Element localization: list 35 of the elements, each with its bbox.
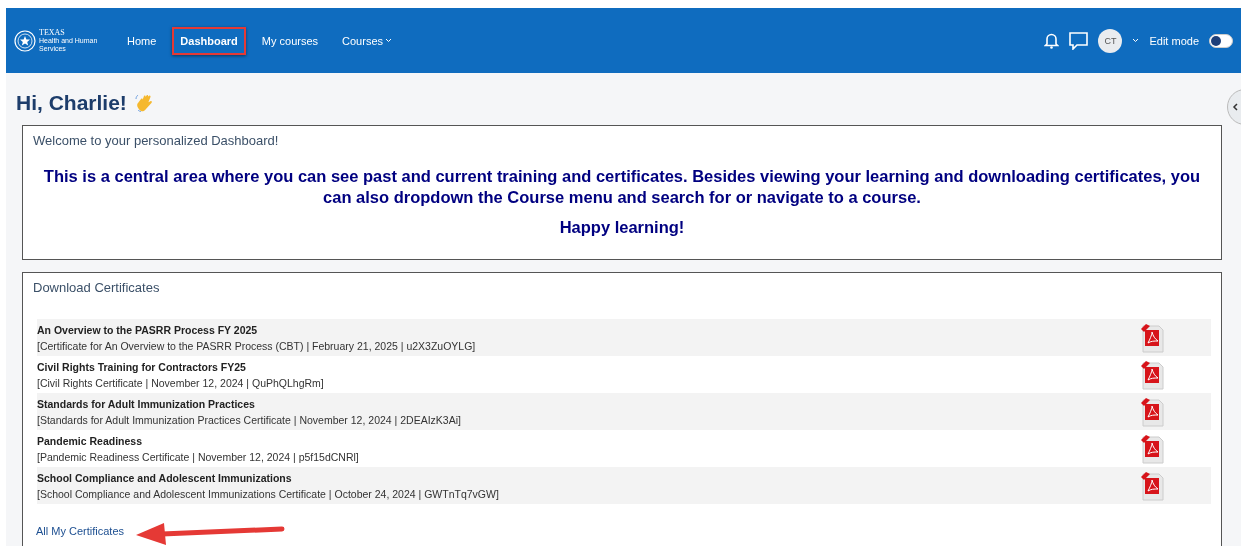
- card-title: Welcome to your personalized Dashboard!: [33, 133, 280, 148]
- course-name: Standards for Adult Immunization Practices: [37, 397, 256, 410]
- course-name: School Compliance and Adolescent Immunizations: [37, 471, 293, 484]
- welcome-message: This is a central area where you can see past and current training and certificates. Besides viewing your learning and downloading certificates, you can also dropdown the Course menu and search for or navigate to a course.: [42, 166, 1202, 208]
- pdf-file-icon[interactable]: [1139, 359, 1165, 390]
- course-name: Civil Rights Training for Contractors FY25: [37, 360, 247, 373]
- chevron-left-icon: [1232, 103, 1238, 111]
- chat-bubble-icon[interactable]: [1069, 31, 1089, 50]
- nav-link[interactable]: My courses: [253, 26, 327, 55]
- pdf-file-icon[interactable]: [1139, 396, 1165, 427]
- all-certificates-link[interactable]: All My Certificates: [36, 525, 125, 537]
- edit-mode-label: Edit mode: [1149, 34, 1199, 47]
- course-name: Pandemic Readiness: [37, 434, 144, 447]
- greeting-heading: Hi, Charlie!: [16, 91, 127, 115]
- nav-link[interactable]: Home: [119, 26, 165, 55]
- certificate-details: [Pandemic Readiness Certificate | November 12, 2024 | p5f15dCNRl]: [37, 450, 360, 463]
- certificate-details: [Certificate for An Overview to the PASRR Process (CBT) | February 21, 2025 | u2X3ZuOYLG]: [37, 339, 477, 352]
- waving-hand-icon: [134, 93, 155, 113]
- course-name: An Overview to the PASRR Process FY 2025: [37, 323, 259, 336]
- chevron-down-icon[interactable]: [1132, 38, 1140, 43]
- edit-mode-switch[interactable]: [1209, 33, 1233, 48]
- certificate-details: [Standards for Adult Immunization Practices Certificate | November 12, 2024 | 2DEAIzK3Ai]: [37, 413, 462, 426]
- certificate-details: [Civil Rights Certificate | November 12, 2024 | QuPhQLhgRm]: [37, 376, 325, 389]
- pdf-file-icon[interactable]: [1139, 470, 1165, 501]
- pdf-file-icon[interactable]: [1139, 433, 1165, 464]
- bell-icon[interactable]: [1044, 32, 1060, 49]
- closing-message: Happy learning!: [558, 217, 686, 238]
- logo-text: TEXAS: [39, 28, 66, 37]
- seal-icon: [14, 29, 36, 52]
- nav-link[interactable]: Dashboard: [172, 26, 246, 55]
- user-avatar[interactable]: CT: [1098, 28, 1123, 53]
- card-title: Download Certificates: [33, 280, 161, 295]
- nav-link[interactable]: Courses: [334, 26, 401, 55]
- certificate-details: [School Compliance and Adolescent Immunizations Certificate | October 24, 2024 | GWTnTq7vGW]: [37, 487, 500, 500]
- pdf-file-icon[interactable]: [1139, 322, 1165, 353]
